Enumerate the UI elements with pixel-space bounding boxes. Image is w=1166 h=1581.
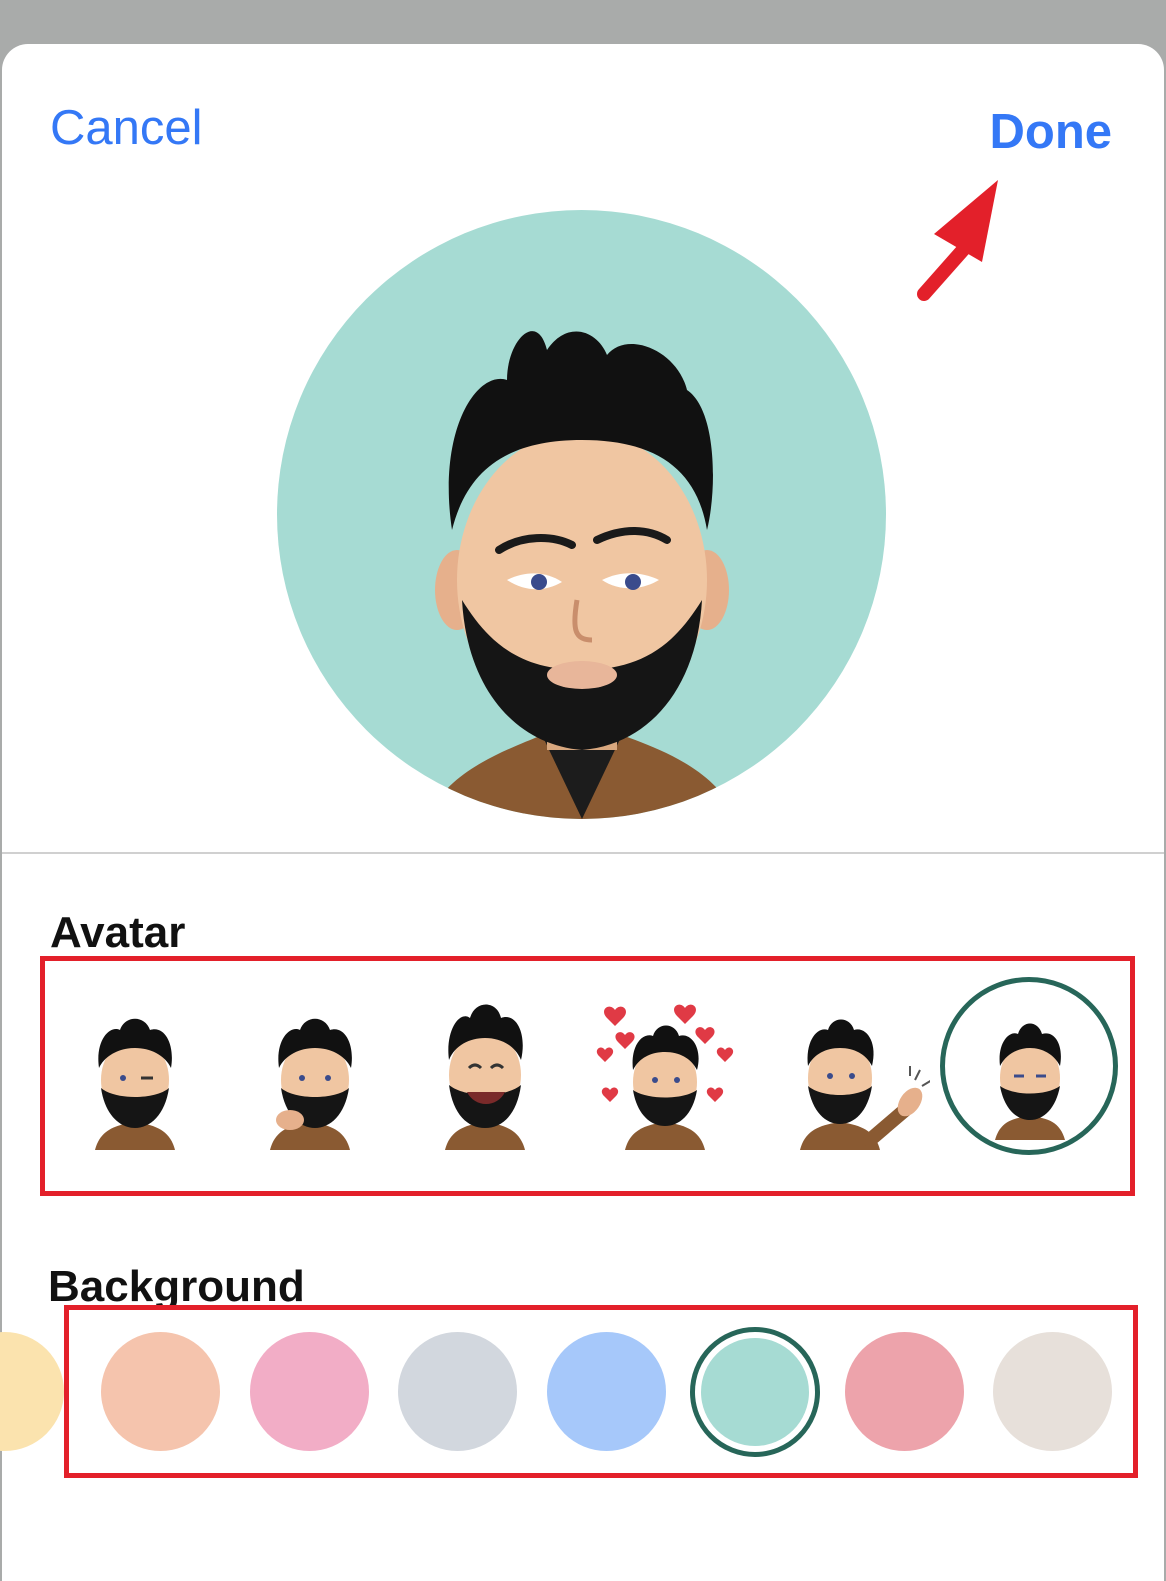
memoji-neutral-icon (995, 1023, 1065, 1140)
avatar-preview (277, 210, 886, 819)
avatar-section-title: Avatar (50, 908, 186, 957)
avatar-option-wink[interactable] (55, 990, 215, 1150)
memoji-wink-icon (95, 1018, 175, 1150)
background-swatch-gray[interactable] (398, 1332, 517, 1451)
memoji-laughing-icon (445, 1004, 525, 1150)
avatar-option-neutral[interactable] (950, 990, 1110, 1150)
background-swatch-blue[interactable] (547, 1332, 666, 1451)
avatar-option-clapping[interactable] (770, 990, 933, 1150)
background-swatch-mint[interactable] (701, 1338, 809, 1446)
avatar-option-hearts[interactable] (585, 990, 745, 1150)
memoji-hearts-icon (596, 1004, 734, 1150)
background-swatch-pink[interactable] (250, 1332, 369, 1451)
background-swatch-rose[interactable] (845, 1332, 964, 1451)
avatar-option-laughing[interactable] (405, 990, 565, 1150)
avatar-option-thinking[interactable] (230, 990, 390, 1150)
cancel-button[interactable]: Cancel (50, 104, 203, 153)
memoji-thinking-icon (270, 1018, 352, 1150)
memoji-avatar-icon (427, 331, 737, 819)
memoji-clapping-icon (800, 1019, 933, 1150)
done-button[interactable]: Done (990, 108, 1113, 157)
background-swatch-peach[interactable] (101, 1332, 220, 1451)
background-swatch-beige[interactable] (993, 1332, 1112, 1451)
section-divider (2, 852, 1164, 854)
